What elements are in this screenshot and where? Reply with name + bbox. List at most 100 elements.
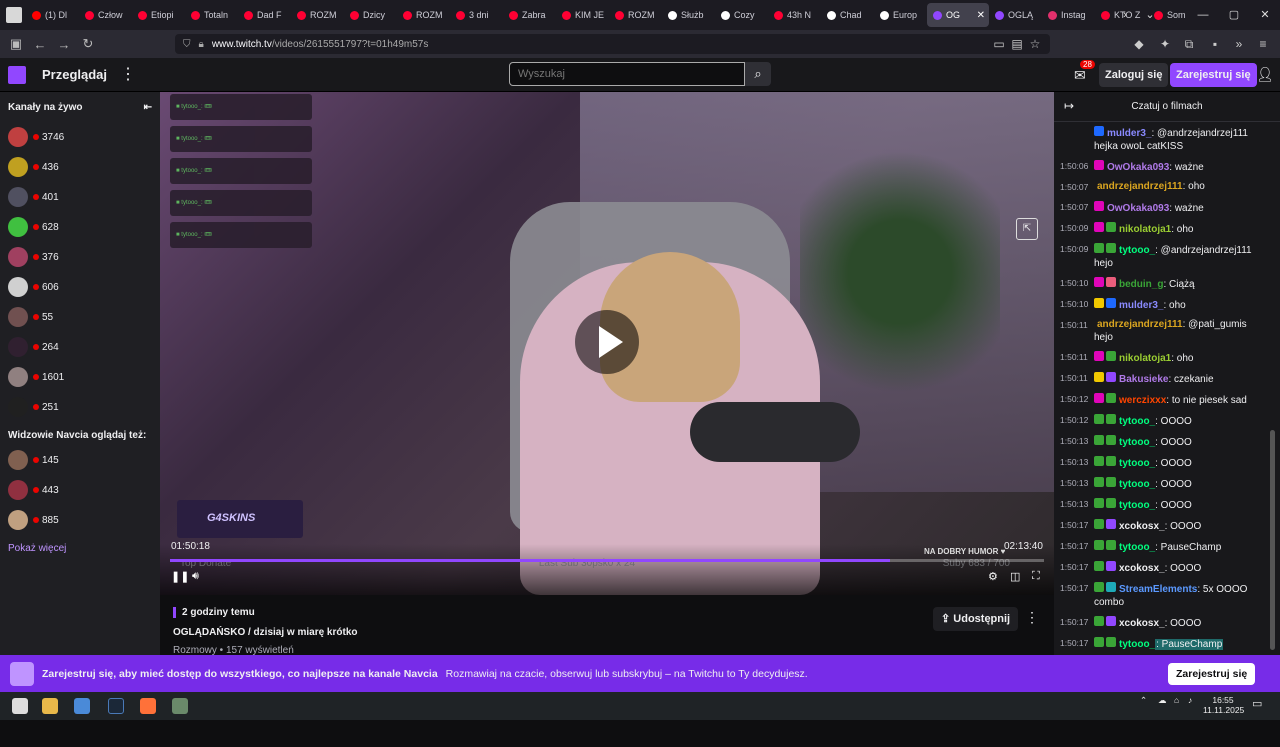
- chat-username[interactable]: xcokosx_: [1119, 618, 1165, 629]
- play-icon[interactable]: [575, 310, 639, 374]
- browser-tab[interactable]: ROZM: [609, 0, 662, 30]
- extension-shield-icon[interactable]: ◆: [1130, 35, 1148, 53]
- settings-gear-icon[interactable]: ⚙: [988, 570, 998, 583]
- forward-icon[interactable]: →: [52, 37, 76, 52]
- sidebar-channel[interactable]: OlaczkaRozmowy145: [0, 445, 1054, 747]
- browser-tab[interactable]: Instag: [1042, 0, 1095, 30]
- app-icon[interactable]: [74, 698, 90, 714]
- start-icon[interactable]: [12, 698, 28, 714]
- chat-scrollbar-thumb[interactable]: [1270, 430, 1275, 650]
- chat-badge-icon[interactable]: [1094, 519, 1104, 529]
- browser-tab[interactable]: OG ✕: [927, 3, 989, 27]
- extension-badge-icon[interactable]: ▪: [1206, 35, 1224, 53]
- fullscreen-icon[interactable]: ⛶: [1032, 570, 1040, 583]
- sidebar-channel[interactable]: inet_sajuBattlefield REDSEC443: [0, 475, 1054, 747]
- tray-network-icon[interactable]: ⌂: [1174, 695, 1179, 705]
- minimize-icon[interactable]: —: [1188, 0, 1218, 30]
- chat-scrollbar[interactable]: [1268, 122, 1276, 655]
- sidebar-channel[interactable]: SlayproxxARC Raiders1601: [0, 362, 1054, 747]
- user-icon[interactable]: 👤︎: [1256, 66, 1274, 83]
- browser-tab[interactable]: 43h N: [768, 0, 821, 30]
- chat-badge-icon[interactable]: [1106, 393, 1116, 403]
- chat-username[interactable]: beduin_g: [1119, 279, 1163, 290]
- chat-badge-icon[interactable]: [1106, 351, 1116, 361]
- chat-badge-icon[interactable]: [1094, 298, 1104, 308]
- chat-badge-icon[interactable]: [1106, 372, 1116, 382]
- sidebar-channel[interactable]: BlackFIreIceARC Raiders251: [0, 392, 1054, 747]
- browser-tab[interactable]: Europ: [874, 0, 927, 30]
- chat-badge-icon[interactable]: [1106, 243, 1116, 253]
- collapse-sidebar-icon[interactable]: ⇤: [144, 102, 152, 113]
- sidebar-channel[interactable]: Kubon_League of Legends264: [0, 332, 1054, 747]
- extensions-puzzle-icon[interactable]: ⧉: [1180, 35, 1198, 53]
- reload-icon[interactable]: ↻: [76, 36, 100, 52]
- sidebar-channel[interactable]: NervarienLeague of Legends436: [0, 152, 1054, 747]
- browser-tab[interactable]: ROZM: [397, 0, 450, 30]
- browser-tab[interactable]: (1) Dl: [26, 0, 79, 30]
- sidebar-channel[interactable]: szelioficjalnieCounter-Strike885: [0, 505, 1054, 747]
- chat-badge-icon[interactable]: [1094, 561, 1104, 571]
- chat-username[interactable]: tytooo_: [1119, 416, 1155, 427]
- shield-icon[interactable]: ⛉: [183, 39, 191, 50]
- browser-tab[interactable]: Etiopi: [132, 0, 185, 30]
- tray-onedrive-icon[interactable]: ☁: [1158, 695, 1167, 705]
- chat-username[interactable]: andrzejandrzej111: [1097, 181, 1183, 192]
- browser-tab[interactable]: Zabra: [503, 0, 556, 30]
- browser-tab[interactable]: Totaln: [185, 0, 238, 30]
- sidebar-channel[interactable]: tamae_Rozmowy606: [0, 272, 1054, 747]
- theatre-mode-icon[interactable]: ◫: [1010, 570, 1020, 583]
- overflow-chevron-icon[interactable]: »: [1230, 35, 1248, 53]
- chat-username[interactable]: werczixxx: [1119, 395, 1166, 406]
- chat-username[interactable]: xcokosx_: [1119, 563, 1165, 574]
- tray-chevron-icon[interactable]: ⌃: [1140, 695, 1147, 705]
- chat-username[interactable]: tytooo_: [1119, 245, 1155, 256]
- tab-close-icon[interactable]: ✕: [977, 10, 985, 21]
- chat-username[interactable]: tytooo_: [1119, 639, 1155, 650]
- share-button[interactable]: ⇪ Udostępnij: [933, 607, 1019, 631]
- menu-icon[interactable]: ≡: [1254, 35, 1272, 53]
- maximize-icon[interactable]: ▢: [1219, 0, 1249, 30]
- sidebar-channel[interactable]: wiol4Rozmowy55: [0, 302, 1054, 747]
- sidebar-channel[interactable]: MaaiLinhHeroes of Newert...376: [0, 242, 1054, 747]
- chat-badge-icon[interactable]: [1094, 456, 1104, 466]
- file-explorer-icon[interactable]: [42, 698, 58, 714]
- chat-badge-icon[interactable]: [1094, 616, 1104, 626]
- browser-tab[interactable]: Dad F: [238, 0, 291, 30]
- collapse-chat-icon[interactable]: ↦: [1064, 99, 1074, 113]
- signup-button[interactable]: Zarejestruj się: [1170, 63, 1257, 87]
- extension-fox-icon[interactable]: ✦: [1156, 35, 1174, 53]
- back-icon[interactable]: ←: [28, 37, 52, 52]
- sidebar-channel[interactable]: srokaaa_VALORANT401: [0, 182, 1054, 747]
- firefox-icon[interactable]: [140, 698, 156, 714]
- chat-username[interactable]: tytooo_: [1119, 500, 1155, 511]
- more-options-icon[interactable]: ⋮: [1025, 609, 1039, 626]
- chat-badge-icon[interactable]: [1106, 616, 1116, 626]
- chat-username[interactable]: tytooo_: [1119, 479, 1155, 490]
- notification-center-icon[interactable]: ▭: [1252, 699, 1262, 710]
- chat-badge-icon[interactable]: [1106, 222, 1116, 232]
- tab-overview-icon[interactable]: [6, 7, 22, 23]
- chat-username[interactable]: nikolatoja1: [1119, 224, 1171, 235]
- chat-badge-icon[interactable]: [1094, 637, 1104, 647]
- chat-badge-icon[interactable]: [1094, 498, 1104, 508]
- chat-badge-icon[interactable]: [1094, 477, 1104, 487]
- chat-username[interactable]: tytooo_: [1119, 437, 1155, 448]
- search-input[interactable]: [509, 62, 745, 86]
- twitch-logo-icon[interactable]: [8, 66, 26, 84]
- banner-signup-button[interactable]: Zarejestruj się: [1168, 663, 1256, 685]
- chat-badge-icon[interactable]: [1094, 160, 1104, 170]
- show-more-link[interactable]: Pokaż więcej: [0, 535, 160, 562]
- browser-tab[interactable]: Cozy: [715, 0, 768, 30]
- chat-username[interactable]: OwOkaka093: [1107, 203, 1169, 214]
- chat-badge-icon[interactable]: [1106, 582, 1116, 592]
- chat-badge-icon[interactable]: [1094, 435, 1104, 445]
- bookmark-star-icon[interactable]: ☆: [1026, 35, 1044, 53]
- chat-username[interactable]: OwOkaka093: [1107, 162, 1169, 173]
- steam-icon[interactable]: [108, 698, 124, 714]
- chat-badge-icon[interactable]: [1106, 435, 1116, 445]
- tray-volume-icon[interactable]: ♪: [1188, 695, 1192, 705]
- chat-username[interactable]: andrzejandrzej111: [1097, 319, 1183, 330]
- chat-badge-icon[interactable]: [1094, 126, 1104, 136]
- lock-icon[interactable]: 🔒︎: [199, 39, 204, 50]
- chat-badge-icon[interactable]: [1094, 414, 1104, 424]
